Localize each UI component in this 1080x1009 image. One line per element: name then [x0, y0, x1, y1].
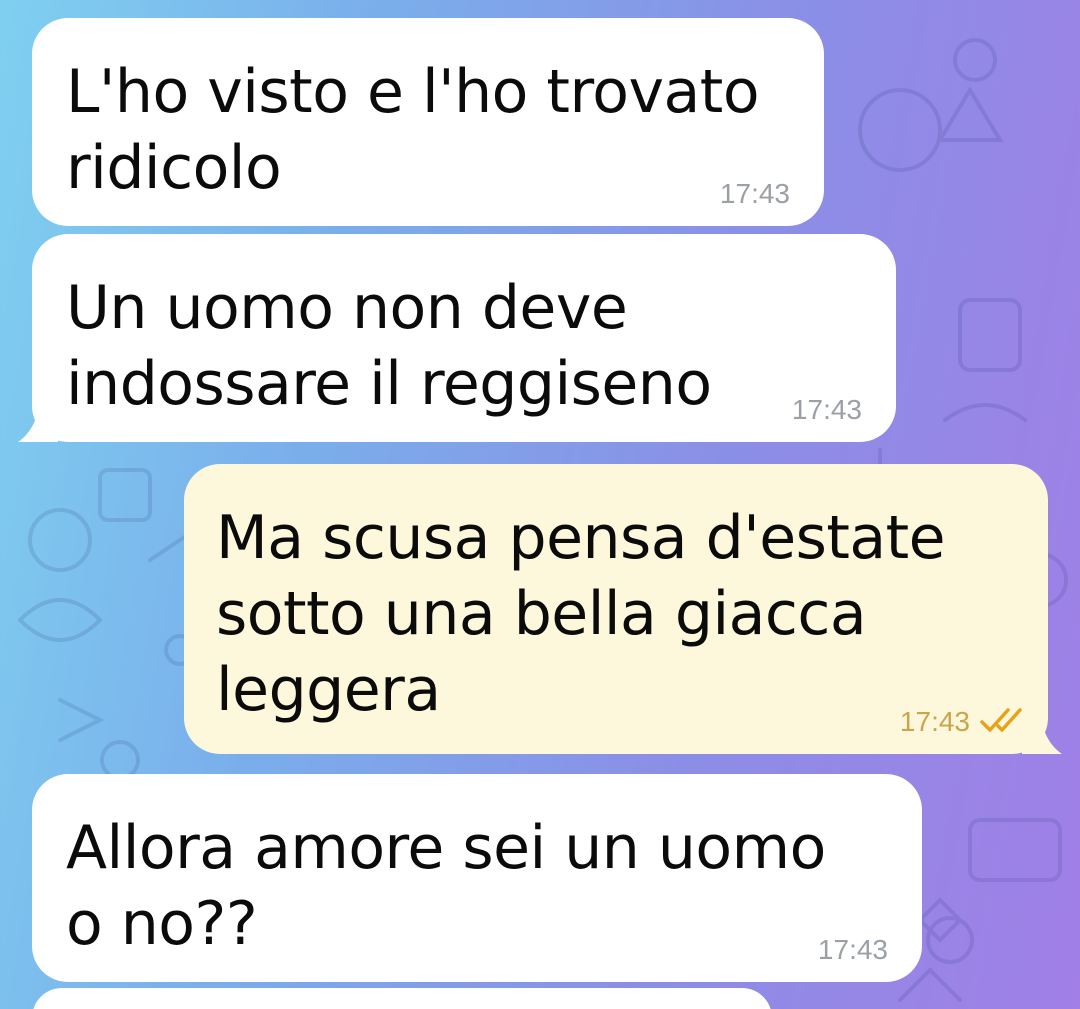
message-text: Un uomo non deve indossare il reggiseno — [66, 273, 712, 419]
message-text: L'ho visto e l'ho trovato ridicolo — [66, 57, 760, 203]
message-text: Allora amore sei un uomo o no?? — [66, 813, 826, 959]
double-check-icon — [980, 708, 1022, 732]
bubble-tail-incoming — [18, 404, 58, 442]
bubble-tail-outgoing — [1022, 716, 1062, 754]
message-bubble-incoming[interactable]: L'ho visto e l'ho trovato ridicolo 17:43 — [32, 18, 824, 226]
message-timestamp: 17:43 — [791, 394, 862, 425]
message-bubble-incoming[interactable]: Un uomo non deve indossare il reggiseno … — [32, 234, 896, 442]
message-timestamp: 17:43 — [899, 706, 970, 737]
message-text: Ma scusa pensa d'estate sotto una bella … — [216, 503, 946, 725]
message-timestamp: 17:43 — [817, 934, 888, 965]
message-timestamp: 17:43 — [719, 178, 790, 209]
message-bubble-incoming-partial[interactable] — [32, 988, 772, 1009]
message-bubble-incoming[interactable]: Allora amore sei un uomo o no?? 17:43 — [32, 774, 922, 982]
message-bubble-outgoing[interactable]: Ma scusa pensa d'estate sotto una bella … — [184, 464, 1048, 754]
